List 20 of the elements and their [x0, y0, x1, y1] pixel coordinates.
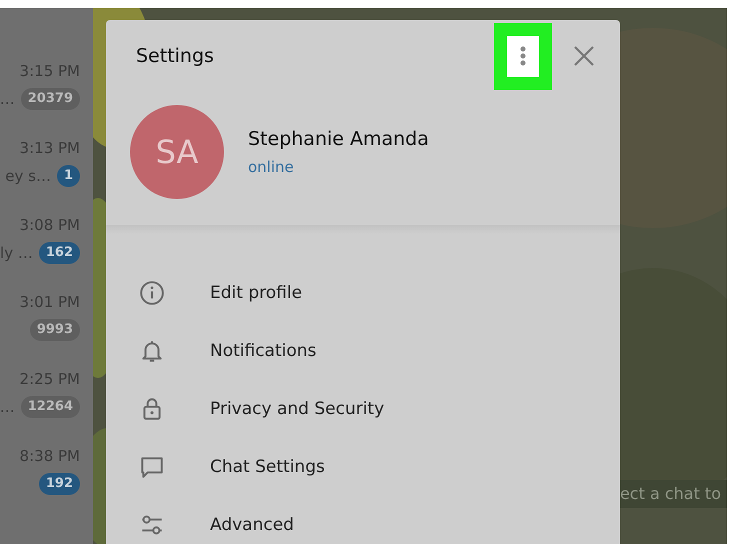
- more-icon: [520, 46, 526, 66]
- dialog-title: Settings: [136, 45, 215, 68]
- unread-count-badge: 192: [38, 473, 80, 495]
- info-icon: [139, 280, 165, 306]
- unread-count-badge: 20379: [20, 88, 80, 110]
- online-status: online: [248, 158, 295, 176]
- close-icon: [572, 44, 596, 68]
- unread-count-badge: 12264: [20, 396, 80, 418]
- settings-menu-item[interactable]: Edit profile: [106, 264, 620, 322]
- unread-count-badge: 162: [38, 242, 80, 264]
- message-preview: …: [0, 398, 15, 416]
- message-preview: …: [0, 90, 15, 108]
- profile-name: Stephanie Amanda: [248, 128, 429, 150]
- unread-count-badge: 1: [56, 165, 80, 187]
- unread-count-badge: 9993: [30, 319, 80, 341]
- close-button[interactable]: [572, 44, 596, 68]
- avatar: SA: [130, 104, 224, 199]
- settings-menu-item[interactable]: Notifications: [106, 322, 620, 380]
- more-options-button[interactable]: [494, 22, 552, 90]
- settings-menu-item[interactable]: Privacy and Security: [106, 380, 620, 438]
